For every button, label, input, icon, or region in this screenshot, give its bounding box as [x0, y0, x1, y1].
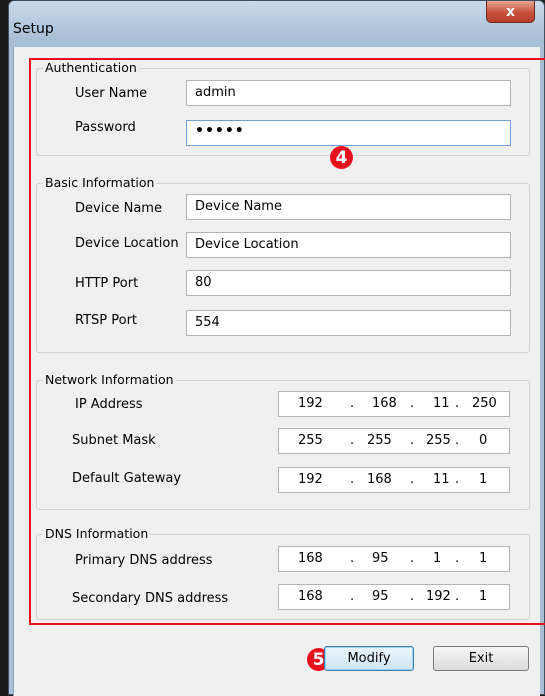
http-port-input[interactable]: 80: [186, 270, 511, 296]
ip-address-label: IP Address: [75, 397, 143, 412]
primary-dns-octet-4: 1: [479, 551, 488, 566]
subnet-mask-label: Subnet Mask: [72, 433, 156, 448]
step-4-badge: 4: [330, 146, 353, 169]
window-title: Setup: [13, 21, 54, 37]
secondary-dns-octet-1: 168: [298, 589, 323, 604]
device-location-label: Device Location: [75, 236, 179, 251]
close-icon: x: [505, 3, 516, 20]
primary-dns-octet-1: 168: [298, 551, 323, 566]
http-port-label: HTTP Port: [75, 276, 139, 291]
device-location-input[interactable]: Device Location: [186, 232, 511, 258]
secondary-dns-field[interactable]: 168 . 95 . 192 . 1: [278, 584, 510, 610]
primary-dns-octet-3: 1: [433, 551, 442, 566]
gateway-octet-1: 192: [298, 472, 323, 487]
exit-button[interactable]: Exit: [433, 646, 529, 671]
secondary-dns-octet-4: 1: [479, 589, 488, 604]
user-name-input[interactable]: admin: [186, 80, 511, 106]
modify-button[interactable]: Modify: [324, 646, 414, 671]
default-gateway-label: Default Gateway: [72, 471, 182, 486]
close-button[interactable]: x: [486, 1, 535, 23]
subnet-mask-field[interactable]: 255 . 255 . 255 . 0: [278, 428, 510, 454]
ip-octet-2: 168: [372, 396, 397, 411]
password-label: Password: [75, 120, 136, 135]
rtsp-port-label: RTSP Port: [75, 313, 138, 328]
ip-address-field[interactable]: 192 . 168 . 11 . 250: [278, 391, 510, 417]
secondary-dns-label: Secondary DNS address: [72, 591, 229, 606]
secondary-dns-octet-2: 95: [372, 589, 389, 604]
ip-octet-4: 250: [472, 396, 497, 411]
secondary-dns-octet-3: 192: [426, 589, 451, 604]
user-name-label: User Name: [75, 86, 148, 101]
primary-dns-label: Primary DNS address: [75, 553, 213, 568]
authentication-group-title: Authentication: [43, 60, 139, 75]
subnet-octet-3: 255: [426, 433, 451, 448]
gateway-octet-4: 1: [479, 472, 488, 487]
gateway-octet-3: 11: [433, 472, 450, 487]
device-name-input[interactable]: Device Name: [186, 194, 511, 220]
subnet-octet-2: 255: [367, 433, 392, 448]
network-information-group-title: Network Information: [43, 372, 176, 387]
password-input[interactable]: •••••: [186, 120, 511, 146]
ip-octet-1: 192: [298, 396, 323, 411]
ip-octet-3: 11: [433, 396, 450, 411]
gateway-octet-2: 168: [367, 472, 392, 487]
subnet-octet-4: 0: [479, 433, 488, 448]
dns-information-group-title: DNS Information: [43, 526, 151, 541]
default-gateway-field[interactable]: 192 . 168 . 11 . 1: [278, 467, 510, 493]
basic-information-group-title: Basic Information: [43, 175, 157, 190]
primary-dns-field[interactable]: 168 . 95 . 1 . 1: [278, 546, 510, 572]
title-bar[interactable]: Setup x: [9, 1, 544, 39]
primary-dns-octet-2: 95: [372, 551, 389, 566]
subnet-octet-1: 255: [298, 433, 323, 448]
device-name-label: Device Name: [75, 201, 162, 216]
rtsp-port-input[interactable]: 554: [186, 310, 511, 336]
